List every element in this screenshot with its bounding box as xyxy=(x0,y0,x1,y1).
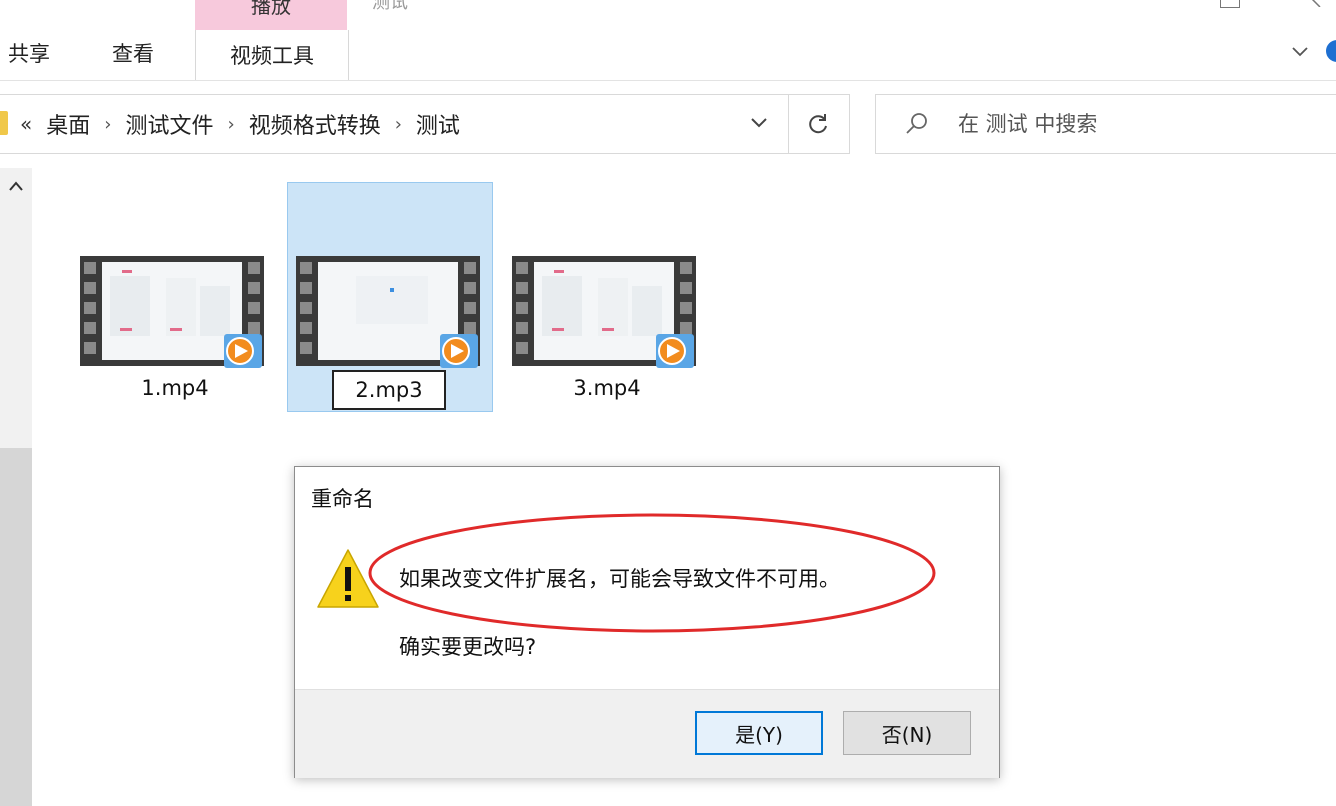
file-name-3[interactable]: 3.mp4 xyxy=(512,376,702,400)
dialog-title: 重命名 xyxy=(311,487,374,511)
file-name-1[interactable]: 1.mp4 xyxy=(80,376,270,400)
dialog-question: 确实要更改吗? xyxy=(399,635,537,659)
chevron-down-icon[interactable] xyxy=(1290,44,1310,58)
tab-view[interactable]: 查看 xyxy=(112,38,154,68)
breadcrumb-separator-icon[interactable]: › xyxy=(227,114,234,135)
restore-icon[interactable] xyxy=(1220,0,1240,8)
yes-button[interactable]: 是(Y) xyxy=(695,711,823,755)
breadcrumb-separator-icon[interactable]: › xyxy=(395,114,402,135)
breadcrumb-test[interactable]: 测试 xyxy=(416,108,460,140)
folder-icon xyxy=(0,111,8,135)
breadcrumb-test-files[interactable]: 测试文件 xyxy=(125,108,213,140)
window-title: 测试 xyxy=(372,0,408,13)
chevron-down-icon[interactable] xyxy=(748,113,770,133)
search-box[interactable] xyxy=(875,94,1336,154)
breadcrumb: « 桌面 › 测试文件 › 视频格式转换 › 测试 xyxy=(20,95,460,153)
address-bar[interactable]: « 桌面 › 测试文件 › 视频格式转换 › 测试 xyxy=(0,94,789,154)
context-tab-play[interactable]: 播放 xyxy=(195,0,347,19)
scrollbar-thumb[interactable] xyxy=(0,448,32,806)
video-thumbnail-icon xyxy=(512,256,696,368)
refresh-button[interactable] xyxy=(788,94,850,154)
chevron-up-icon[interactable] xyxy=(6,178,26,194)
rename-input[interactable]: 2.mp3 xyxy=(332,370,446,410)
context-tab-group[interactable]: 播放 xyxy=(195,0,347,30)
breadcrumb-separator-icon[interactable]: › xyxy=(104,114,111,135)
ribbon: 播放 测试 共享 查看 视频工具 xyxy=(0,0,1336,81)
video-thumbnail-icon xyxy=(296,256,480,368)
tab-video-tools-label: 视频工具 xyxy=(230,44,314,68)
breadcrumb-desktop[interactable]: 桌面 xyxy=(46,108,90,140)
rename-dialog: 重命名 如果改变文件扩展名，可能会导致文件不可用。 确实要更改吗? 是(Y) 否… xyxy=(294,466,1000,778)
breadcrumb-overflow[interactable]: « xyxy=(20,112,32,136)
warning-icon xyxy=(317,549,379,608)
close-icon[interactable] xyxy=(1304,0,1322,8)
tab-share[interactable]: 共享 xyxy=(8,38,50,68)
tab-video-tools[interactable]: 视频工具 xyxy=(195,30,349,80)
refresh-icon xyxy=(809,114,827,134)
breadcrumb-video-conversion[interactable]: 视频格式转换 xyxy=(249,108,381,140)
no-button[interactable]: 否(N) xyxy=(843,711,971,755)
search-input[interactable] xyxy=(958,95,1318,153)
video-thumbnail-icon xyxy=(80,256,264,368)
search-icon xyxy=(906,113,927,134)
dialog-message: 如果改变文件扩展名，可能会导致文件不可用。 xyxy=(399,567,840,591)
help-icon[interactable] xyxy=(1326,40,1336,62)
